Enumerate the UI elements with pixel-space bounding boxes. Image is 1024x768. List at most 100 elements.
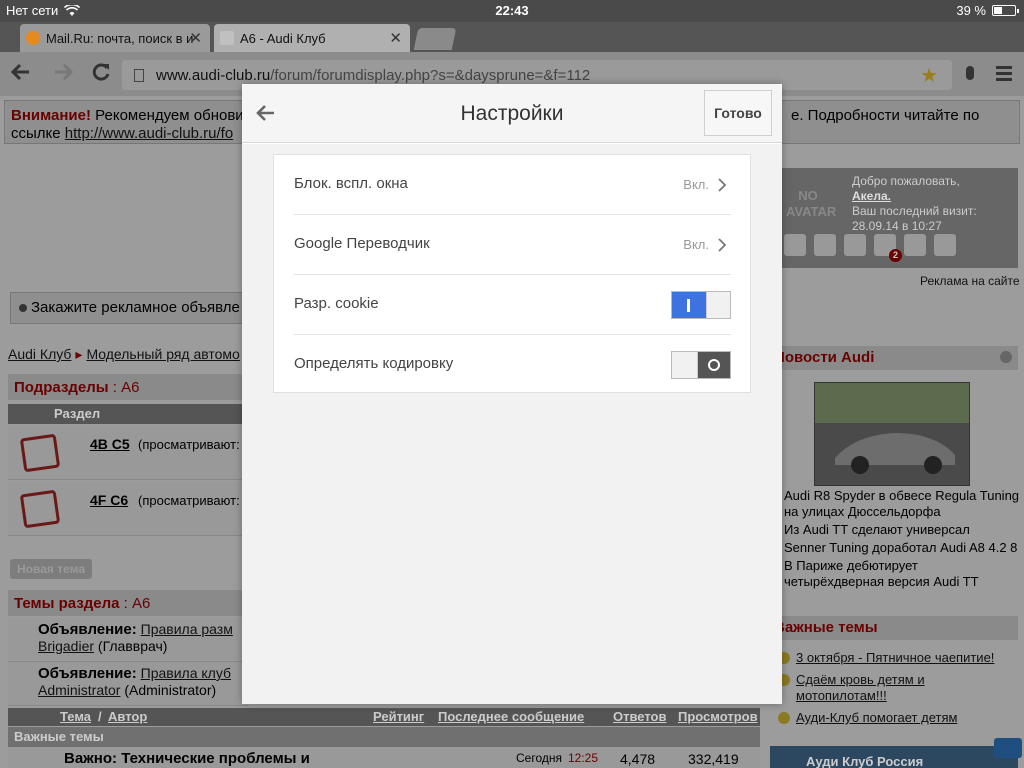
setting-google-translate[interactable]: Google Переводчик Вкл. <box>294 214 731 274</box>
welcome-text: Добро пожаловать, Акела. Ваш последний в… <box>852 174 977 234</box>
last-visit-date: 28.09.14 в 10:27 <box>852 219 942 233</box>
news-list: Audi R8 Spyder в обвесе Regula Tuning на… <box>784 488 1020 592</box>
clock: 22:43 <box>495 3 529 18</box>
threads-table-header: Тема / Автор Рейтинг Последнее сообщение… <box>8 708 760 726</box>
col-replies[interactable]: Ответов <box>613 709 667 724</box>
forum-envelope-icon <box>19 489 61 529</box>
close-tab-icon[interactable]: ✕ <box>189 29 202 47</box>
settings-gear-icon[interactable] <box>904 234 926 256</box>
logout-icon[interactable] <box>934 234 956 256</box>
important-link[interactable]: Ауди-Клуб помогает детям <box>796 710 957 725</box>
announcement-author[interactable]: Administrator <box>38 682 120 698</box>
announcement-link[interactable]: Правила разм <box>141 621 233 637</box>
setting-popup-blocker[interactable]: Блок. вспл. окна Вкл. <box>294 155 731 215</box>
ad-box[interactable]: Закажите рекламное объявле <box>10 292 250 324</box>
battery-fill <box>994 7 1002 14</box>
col-author[interactable]: Автор <box>108 709 147 724</box>
notice-link-prefix: ссылке <box>11 125 65 142</box>
news-header: Новости Audi <box>770 346 1018 370</box>
subforums-column-header: Раздел <box>8 404 248 424</box>
setting-label: Блок. вспл. окна <box>294 175 408 192</box>
toggle-off-indicator <box>708 359 720 371</box>
tab-audi-club[interactable]: A6 - Audi Клуб ✕ <box>214 24 410 52</box>
tab-title: A6 - Audi Клуб <box>240 30 326 46</box>
news-item[interactable]: В Париже дебютирует четырёхдверная верси… <box>784 558 1020 590</box>
windows-icon[interactable] <box>844 234 866 256</box>
new-thread-button[interactable]: Новая тема <box>10 559 92 579</box>
setting-label: Определять кодировку <box>294 355 454 372</box>
notifications-icon[interactable]: 2 <box>874 234 902 262</box>
announcement-row[interactable]: Объявление: Правила разм Brigadier (Глав… <box>8 618 248 662</box>
subforum-row[interactable]: 4F C6 (просматривают: <box>8 482 248 536</box>
news-item[interactable]: Из Audi TT сделают универсал <box>784 522 1020 538</box>
setting-encoding: Определять кодировку <box>294 334 731 394</box>
star-icon[interactable]: ★ <box>920 63 938 88</box>
thread-title[interactable]: Важно: Технические проблемы и <box>64 750 310 767</box>
ads-link[interactable]: Реклама на сайте <box>920 274 1020 288</box>
breadcrumb-arrow-icon: ▸ <box>75 346 83 362</box>
microphone-icon[interactable] <box>966 66 974 80</box>
new-tab-button[interactable] <box>413 28 457 50</box>
profile-icon[interactable] <box>814 234 836 256</box>
important-link[interactable]: Сдаём кровь детям и мотопилотам!!! <box>796 672 925 703</box>
subforum-name[interactable]: 4B C5 <box>90 436 130 452</box>
collapse-icon[interactable] <box>1000 351 1012 363</box>
toggle-knob <box>672 352 698 378</box>
user-actions: 2 <box>784 234 956 262</box>
arrow-left-icon <box>10 63 29 81</box>
last-visit-label: Ваш последний визит: <box>852 204 977 218</box>
important-header: Важные темы <box>770 616 1018 640</box>
toggle-knob <box>706 292 730 318</box>
back-button[interactable] <box>8 61 34 87</box>
important-link[interactable]: 3 октября - Пятничное чаепитие! <box>796 650 994 665</box>
col-rating[interactable]: Рейтинг <box>373 709 424 724</box>
thread-last-post: Сегодня <box>516 751 562 765</box>
vk-widget[interactable]: Ауди Клуб Россия <box>770 746 1018 768</box>
col-topic[interactable]: Тема <box>60 709 91 724</box>
car-photo-icon <box>815 383 969 485</box>
subforum-name[interactable]: 4F C6 <box>90 492 128 508</box>
threads-name: : A6 <box>119 595 151 612</box>
user-panel: NO AVATAR Добро пожаловать, Акела. Ваш п… <box>782 168 1018 268</box>
announcement-link[interactable]: Правила клуб <box>141 665 231 681</box>
menu-icon[interactable] <box>996 66 1012 84</box>
breadcrumb-item[interactable]: Модельный ряд автомо <box>86 346 239 362</box>
col-last-post[interactable]: Последнее сообщение <box>438 709 584 724</box>
close-tab-icon[interactable]: ✕ <box>389 29 402 47</box>
scroll-top-button[interactable] <box>994 738 1022 758</box>
news-item[interactable]: Senner Tuning доработал Audi A8 4.2 8 <box>784 540 1020 556</box>
news-photo[interactable] <box>814 382 970 486</box>
setting-cookies: Разр. cookie <box>294 274 731 334</box>
announcement-label: Объявление: <box>38 665 137 682</box>
notice-text: Рекомендуем обнови <box>90 107 244 124</box>
username-link[interactable]: Акела. <box>852 189 891 203</box>
cookies-toggle[interactable] <box>671 291 731 319</box>
page-icon <box>134 68 144 82</box>
subforums-title: Подразделы <box>14 379 109 396</box>
setting-value: Вкл. <box>683 237 709 252</box>
greeting: Добро пожаловать, <box>852 174 960 188</box>
forward-button[interactable] <box>50 61 76 87</box>
encoding-toggle[interactable] <box>671 351 731 379</box>
url-host: www.audi-club.ru <box>156 66 271 84</box>
notice-link[interactable]: http://www.audi-club.ru/fo <box>65 125 233 142</box>
reload-button[interactable] <box>88 61 114 87</box>
announcement-row[interactable]: Объявление: Правила клуб Administrator (… <box>8 662 248 706</box>
thread-row[interactable]: Важно: Технические проблемы и Сегодня 12… <box>8 748 760 768</box>
tab-title: Mail.Ru: почта, поиск в и <box>46 30 194 46</box>
messages-icon[interactable] <box>784 234 806 256</box>
notice-tail: е. Подробности читайте по <box>791 107 980 124</box>
url-path: /forum/forumdisplay.php?s=&daysprune=&f=… <box>270 66 591 84</box>
done-button[interactable]: Готово <box>704 90 772 136</box>
breadcrumb-item[interactable]: Audi Клуб <box>8 346 71 362</box>
tab-mail-ru[interactable]: Mail.Ru: почта, поиск в и ✕ <box>20 24 210 52</box>
announcement-author[interactable]: Brigadier <box>38 638 94 654</box>
subforum-row[interactable]: 4B C5 (просматривают: <box>8 426 248 480</box>
toggle-on-indicator <box>672 292 706 318</box>
status-bar: Нет сети 22:43 39 % <box>0 0 1024 22</box>
tab-strip: Mail.Ru: почта, поиск в и ✕ A6 - Audi Кл… <box>0 22 1024 52</box>
news-item[interactable]: Audi R8 Spyder в обвесе Regula Tuning на… <box>784 488 1020 520</box>
col-views[interactable]: Просмотров <box>678 709 758 724</box>
audi-favicon-icon <box>220 31 234 45</box>
subforum-viewing: (просматривают: <box>138 437 240 452</box>
